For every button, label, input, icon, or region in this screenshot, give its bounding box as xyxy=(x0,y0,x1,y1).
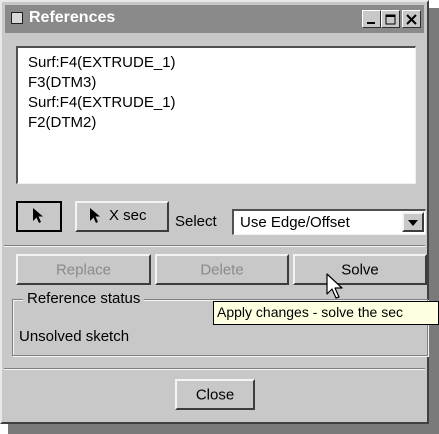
references-dialog: References Surf:F4(EXTRUDE_1) F3(DTM3) S… xyxy=(0,0,429,424)
replace-label: Replace xyxy=(55,261,112,278)
solve-button[interactable]: Solve xyxy=(293,254,427,285)
title-bar[interactable]: References xyxy=(5,5,424,33)
arrow-pointer-icon xyxy=(90,208,100,223)
select-dropdown[interactable]: Use Edge/Offset xyxy=(232,209,426,235)
close-label: Close xyxy=(195,386,235,403)
close-window-button[interactable] xyxy=(402,10,421,28)
select-label: Select xyxy=(175,213,217,230)
reference-status-legend: Reference status xyxy=(23,290,145,307)
close-icon xyxy=(406,13,417,25)
mouse-cursor-icon xyxy=(326,273,343,299)
minimize-button[interactable] xyxy=(362,10,381,28)
list-item[interactable]: Surf:F4(EXTRUDE_1) xyxy=(28,93,405,113)
solve-tooltip: Apply changes - solve the sec xyxy=(213,301,439,325)
delete-label: Delete xyxy=(200,261,244,278)
delete-button[interactable]: Delete xyxy=(155,254,289,285)
arrow-pointer-icon xyxy=(33,208,43,223)
reference-status-value: Unsolved sketch xyxy=(19,328,130,345)
replace-button[interactable]: Replace xyxy=(16,254,151,285)
select-value: Use Edge/Offset xyxy=(240,214,350,231)
select-arrow-button[interactable] xyxy=(16,201,62,232)
maximize-icon xyxy=(385,14,396,24)
separator xyxy=(4,245,425,247)
references-list[interactable]: Surf:F4(EXTRUDE_1) F3(DTM3) Surf:F4(EXTR… xyxy=(16,46,416,184)
maximize-button[interactable] xyxy=(381,10,400,28)
chevron-down-icon xyxy=(408,220,418,226)
list-item[interactable]: F2(DTM2) xyxy=(28,113,405,133)
xsec-button[interactable]: X sec xyxy=(75,201,169,232)
list-item[interactable]: F3(DTM3) xyxy=(28,73,405,93)
window-title: References xyxy=(29,9,116,26)
close-button[interactable]: Close xyxy=(175,379,255,410)
minimize-icon xyxy=(367,21,375,24)
separator xyxy=(4,368,425,370)
xsec-label: X sec xyxy=(109,207,147,224)
window-icon xyxy=(11,12,23,24)
list-item[interactable]: Surf:F4(EXTRUDE_1) xyxy=(28,53,405,73)
solve-label: Solve xyxy=(341,261,379,278)
dropdown-button[interactable] xyxy=(402,212,424,232)
